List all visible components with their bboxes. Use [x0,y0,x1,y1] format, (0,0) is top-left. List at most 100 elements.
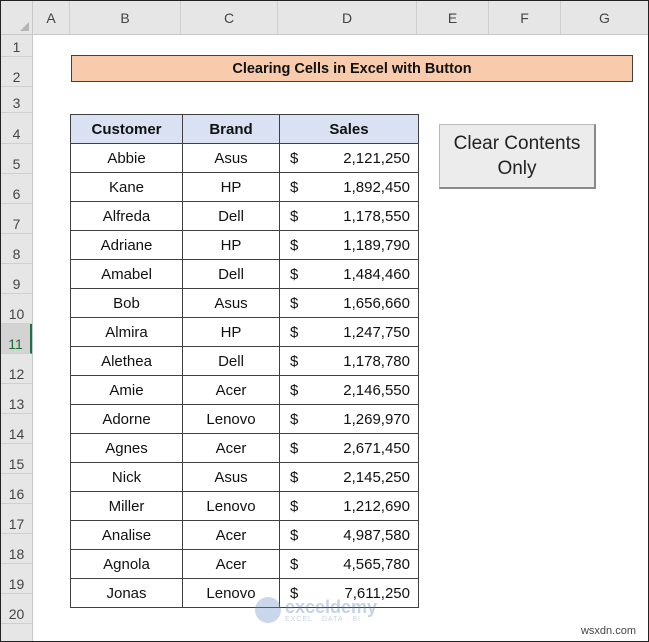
select-all-triangle-icon [20,22,29,31]
currency-symbol: $ [290,178,299,196]
row-header-1[interactable]: 1 [1,35,32,57]
cell-customer[interactable]: Nick [70,462,183,492]
cell-sales[interactable]: $7,611,250 [279,578,419,608]
header-customer[interactable]: Customer [70,114,183,144]
cell-sales[interactable]: $2,146,550 [279,375,419,405]
select-all-corner[interactable] [1,1,33,35]
cell-sales[interactable]: $1,178,550 [279,201,419,231]
cell-customer[interactable]: Amie [70,375,183,405]
cell-customer[interactable]: Agnes [70,433,183,463]
currency-symbol: $ [290,439,299,457]
sales-amount: 2,671,450 [343,439,410,457]
clear-contents-only-button[interactable]: Clear Contents Only [439,124,596,189]
sales-amount: 4,565,780 [343,555,410,573]
row-header-13[interactable]: 13 [1,384,32,414]
row-header-7[interactable]: 7 [1,204,32,234]
cell-sales[interactable]: $1,484,460 [279,259,419,289]
sales-amount: 2,146,550 [343,381,410,399]
cell-brand[interactable]: Acer [182,549,280,579]
spreadsheet: A B C D E F G 1 2 3 4 5 6 7 8 9 10 11 12 13 14 15 16 17 1… [0,0,649,642]
cell-brand[interactable]: Asus [182,462,280,492]
cell-brand[interactable]: Lenovo [182,491,280,521]
cell-brand[interactable]: Acer [182,520,280,550]
table-row: Alethea Dell $1,178,780 [70,346,419,376]
row-header-6[interactable]: 6 [1,174,32,204]
cell-brand[interactable]: Dell [182,346,280,376]
cell-customer[interactable]: Almira [70,317,183,347]
row-header-18[interactable]: 18 [1,534,32,564]
table-row: Amie Acer $2,146,550 [70,375,419,405]
sales-amount: 1,178,780 [343,352,410,370]
currency-symbol: $ [290,468,299,486]
cell-brand[interactable]: Acer [182,375,280,405]
column-header-b[interactable]: B [70,1,181,34]
currency-symbol: $ [290,149,299,167]
currency-symbol: $ [290,294,299,312]
table-row: Alfreda Dell $1,178,550 [70,201,419,231]
currency-symbol: $ [290,381,299,399]
row-header-2[interactable]: 2 [1,57,32,87]
cell-customer[interactable]: Bob [70,288,183,318]
cell-sales[interactable]: $1,656,660 [279,288,419,318]
cell-sales[interactable]: $4,987,580 [279,520,419,550]
cell-customer[interactable]: Amabel [70,259,183,289]
header-sales[interactable]: Sales [279,114,419,144]
cell-brand[interactable]: Lenovo [182,404,280,434]
cell-customer[interactable]: Agnola [70,549,183,579]
cell-customer[interactable]: Adorne [70,404,183,434]
table-row: Bob Asus $1,656,660 [70,288,419,318]
row-header-10[interactable]: 10 [1,294,32,324]
cell-customer[interactable]: Alethea [70,346,183,376]
column-header-a[interactable]: A [33,1,70,34]
column-header-f[interactable]: F [489,1,561,34]
row-header-5[interactable]: 5 [1,144,32,174]
cell-brand[interactable]: Dell [182,201,280,231]
column-header-g[interactable]: G [561,1,648,34]
cell-customer[interactable]: Adriane [70,230,183,260]
row-header-20[interactable]: 20 [1,594,32,624]
sales-table: Customer Brand Sales Abbie Asus $2,121,250… [70,114,419,608]
cell-brand[interactable]: Dell [182,259,280,289]
row-header-4[interactable]: 4 [1,114,32,144]
cell-brand[interactable]: Asus [182,143,280,173]
row-header-11[interactable]: 11 [1,324,32,354]
cell-sales[interactable]: $1,247,750 [279,317,419,347]
sheet-title[interactable]: Clearing Cells in Excel with Button [71,55,633,82]
row-header-14[interactable]: 14 [1,414,32,444]
table-header-row: Customer Brand Sales [70,114,419,144]
row-header-12[interactable]: 12 [1,354,32,384]
row-header-15[interactable]: 15 [1,444,32,474]
cell-sales[interactable]: $1,178,780 [279,346,419,376]
row-header-16[interactable]: 16 [1,474,32,504]
cell-brand[interactable]: HP [182,317,280,347]
cell-brand[interactable]: Asus [182,288,280,318]
cell-brand[interactable]: Lenovo [182,578,280,608]
row-header-8[interactable]: 8 [1,234,32,264]
cell-customer[interactable]: Abbie [70,143,183,173]
cell-sales[interactable]: $2,121,250 [279,143,419,173]
header-brand[interactable]: Brand [182,114,280,144]
cell-customer[interactable]: Analise [70,520,183,550]
row-header-3[interactable]: 3 [1,87,32,113]
cell-sales[interactable]: $1,269,970 [279,404,419,434]
cell-customer[interactable]: Kane [70,172,183,202]
row-header-17[interactable]: 17 [1,504,32,534]
column-header-d[interactable]: D [278,1,417,34]
cell-customer[interactable]: Alfreda [70,201,183,231]
cell-sales[interactable]: $1,189,790 [279,230,419,260]
cell-sales[interactable]: $1,212,690 [279,491,419,521]
cell-sales[interactable]: $4,565,780 [279,549,419,579]
row-header-9[interactable]: 9 [1,264,32,294]
cell-sales[interactable]: $2,145,250 [279,462,419,492]
table-row: Kane HP $1,892,450 [70,172,419,202]
column-header-c[interactable]: C [181,1,278,34]
row-header-19[interactable]: 19 [1,564,32,594]
cell-customer[interactable]: Miller [70,491,183,521]
cell-brand[interactable]: HP [182,172,280,202]
cell-customer[interactable]: Jonas [70,578,183,608]
cell-brand[interactable]: HP [182,230,280,260]
column-header-e[interactable]: E [417,1,489,34]
cell-sales[interactable]: $1,892,450 [279,172,419,202]
cell-brand[interactable]: Acer [182,433,280,463]
cell-sales[interactable]: $2,671,450 [279,433,419,463]
